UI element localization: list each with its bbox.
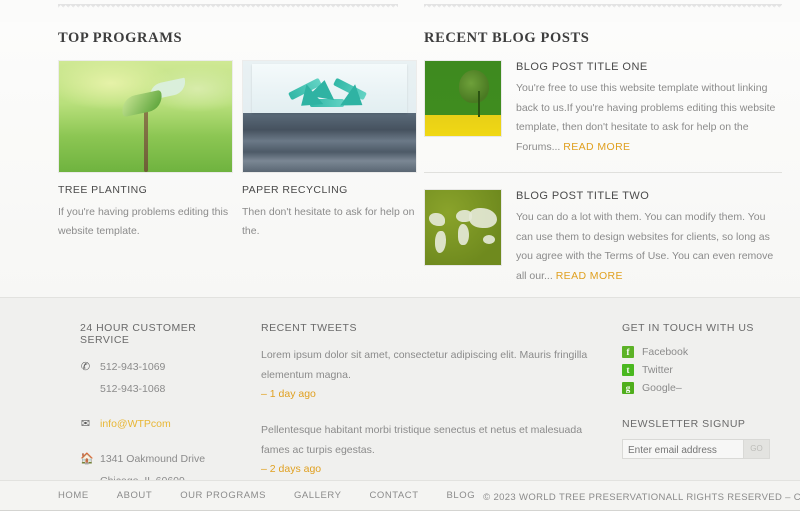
map-landmass xyxy=(458,223,470,245)
social-link-facebook[interactable]: f Facebook xyxy=(622,346,792,358)
tree-field-image xyxy=(425,61,501,136)
recycling-image xyxy=(243,61,416,172)
recent-tweets-heading: RECENT TWEETS xyxy=(261,322,357,334)
program-card[interactable]: TREE PLANTING If you're having problems … xyxy=(58,60,233,241)
read-more-link[interactable]: READ MORE xyxy=(556,270,623,282)
email-link[interactable]: info@WTPcom xyxy=(100,415,171,434)
main-content: TOP PROGRAMS TREE PLANTING If you're hav… xyxy=(0,22,800,297)
bottom-bar-inner: HOME ABOUT OUR PROGRAMS GALLERY CONTACT … xyxy=(58,481,800,510)
social-link-google-plus[interactable]: g Google– xyxy=(622,382,792,394)
map-landmass xyxy=(482,235,495,244)
tweet-text: Lorem ipsum dolor sit amet, consectetur … xyxy=(261,349,588,381)
footer-recent-tweets: RECENT TWEETS Lorem ipsum dolor sit amet… xyxy=(261,322,591,475)
newsletter-go-button[interactable]: GO xyxy=(743,440,769,458)
phone-number-primary: 512-943-1069 xyxy=(100,361,166,373)
customer-service-heading: 24 HOUR CUSTOMER SERVICE xyxy=(80,322,197,346)
footer-inner: 24 HOUR CUSTOMER SERVICE ✆ 512-943-1069 … xyxy=(58,298,782,487)
phone-row: ✆ 512-943-1069 xyxy=(80,358,240,377)
blog-post-text: You can do a lot with them. You can modi… xyxy=(516,211,774,282)
recent-blog-posts-heading: RECENT BLOG POSTS xyxy=(424,30,590,46)
blog-post-item[interactable]: BLOG POST TITLE ONE You're free to use t… xyxy=(424,60,782,157)
map-landmass xyxy=(428,212,445,226)
copyright-text: © 2023 WORLD TREE PRESERVATIONALL RIGHTS… xyxy=(483,489,800,503)
address-row: 🏠 1341 Oakmound Drive xyxy=(80,450,240,469)
newsletter-heading: NEWSLETTER SIGNUP xyxy=(622,418,746,430)
blog-thumbnail-map[interactable] xyxy=(424,189,502,266)
footer-nav-gallery[interactable]: GALLERY xyxy=(294,490,342,501)
blog-post-item[interactable]: BLOG POST TITLE TWO You can do a lot wit… xyxy=(424,189,782,286)
top-programs-section: TOP PROGRAMS TREE PLANTING If you're hav… xyxy=(58,30,418,241)
program-thumbnail-recycling[interactable] xyxy=(242,60,417,173)
blog-post-excerpt: You're free to use this website template… xyxy=(516,79,782,157)
footer-customer-service: 24 HOUR CUSTOMER SERVICE ✆ 512-943-1069 … xyxy=(80,322,240,494)
blog-post-body: BLOG POST TITLE ONE You're free to use t… xyxy=(516,60,782,157)
sprout-image xyxy=(59,61,232,172)
blog-post-title: BLOG POST TITLE ONE xyxy=(516,61,648,73)
recent-blog-posts-section: RECENT BLOG POSTS BLOG POST TITLE ONE Yo… xyxy=(424,30,782,286)
social-label: Facebook xyxy=(642,346,689,358)
blog-thumbnail-tree[interactable] xyxy=(424,60,502,137)
blog-divider xyxy=(424,172,782,173)
google-plus-icon: g xyxy=(622,382,634,394)
footer-social-newsletter: GET IN TOUCH WITH US f Facebook t Twitte… xyxy=(622,322,792,460)
map-landmass xyxy=(434,230,446,253)
top-programs-heading: TOP PROGRAMS xyxy=(58,30,183,46)
program-thumbnail-sprout[interactable] xyxy=(58,60,233,173)
site-footer: 24 HOUR CUSTOMER SERVICE ✆ 512-943-1069 … xyxy=(0,297,800,487)
facebook-icon: f xyxy=(622,346,634,358)
tweet-timestamp: – 2 days ago xyxy=(261,463,322,475)
footer-nav-blog[interactable]: BLOG xyxy=(447,490,476,501)
phone-icon: ✆ xyxy=(80,361,91,373)
page-top-decoration xyxy=(0,0,800,22)
tweet-item: Pellentesque habitant morbi tristique se… xyxy=(261,421,591,475)
newsletter-form[interactable]: GO xyxy=(622,439,770,460)
copyright-label: © 2023 WORLD TREE PRESERVATIONALL RIGHTS… xyxy=(483,491,800,503)
read-more-link[interactable]: READ MORE xyxy=(563,141,630,153)
blog-post-excerpt: You can do a lot with them. You can modi… xyxy=(516,208,782,286)
zigzag-ribbon-right xyxy=(424,4,782,13)
program-description: If you're having problems editing this w… xyxy=(58,206,229,237)
phone-row-secondary: ✆ 512-943-1068 xyxy=(80,380,240,399)
program-card[interactable]: PAPER RECYCLING Then don't hesitate to a… xyxy=(242,60,417,241)
blog-post-title: BLOG POST TITLE TWO xyxy=(516,190,650,202)
envelope-icon: ✉ xyxy=(80,418,91,430)
tweet-item: Lorem ipsum dolor sit amet, consectetur … xyxy=(261,346,591,400)
social-label: Twitter xyxy=(642,364,673,376)
tweet-text: Pellentesque habitant morbi tristique se… xyxy=(261,424,583,456)
tweet-timestamp: – 1 day ago xyxy=(261,388,316,400)
blog-post-body: BLOG POST TITLE TWO You can do a lot wit… xyxy=(516,189,782,286)
map-landmass xyxy=(469,208,498,228)
programs-list: TREE PLANTING If you're having problems … xyxy=(58,60,418,241)
blog-post-text: You're free to use this website template… xyxy=(516,82,776,153)
home-icon: 🏠 xyxy=(80,453,94,465)
world-map-image xyxy=(425,190,501,265)
program-title: PAPER RECYCLING xyxy=(242,184,348,196)
program-title: TREE PLANTING xyxy=(58,184,148,196)
footer-nav-about[interactable]: ABOUT xyxy=(117,490,152,501)
footer-nav-home[interactable]: HOME xyxy=(58,490,89,501)
footer-nav-contact[interactable]: CONTACT xyxy=(369,490,418,501)
address-line-1: 1341 Oakmound Drive xyxy=(100,453,206,465)
social-label: Google– xyxy=(642,382,682,394)
phone-number-secondary: 512-943-1068 xyxy=(100,383,166,395)
get-in-touch-heading: GET IN TOUCH WITH US xyxy=(622,322,754,334)
zigzag-ribbon-left xyxy=(58,4,398,13)
twitter-icon: t xyxy=(622,364,634,376)
bottom-bar: HOME ABOUT OUR PROGRAMS GALLERY CONTACT … xyxy=(0,480,800,511)
social-link-twitter[interactable]: t Twitter xyxy=(622,364,792,376)
email-row[interactable]: ✉ info@WTPcom xyxy=(80,415,240,434)
program-description: Then don't hesitate to ask for help on t… xyxy=(242,206,415,237)
newsletter-email-input[interactable] xyxy=(623,441,743,460)
footer-nav-our-programs[interactable]: OUR PROGRAMS xyxy=(180,490,266,501)
